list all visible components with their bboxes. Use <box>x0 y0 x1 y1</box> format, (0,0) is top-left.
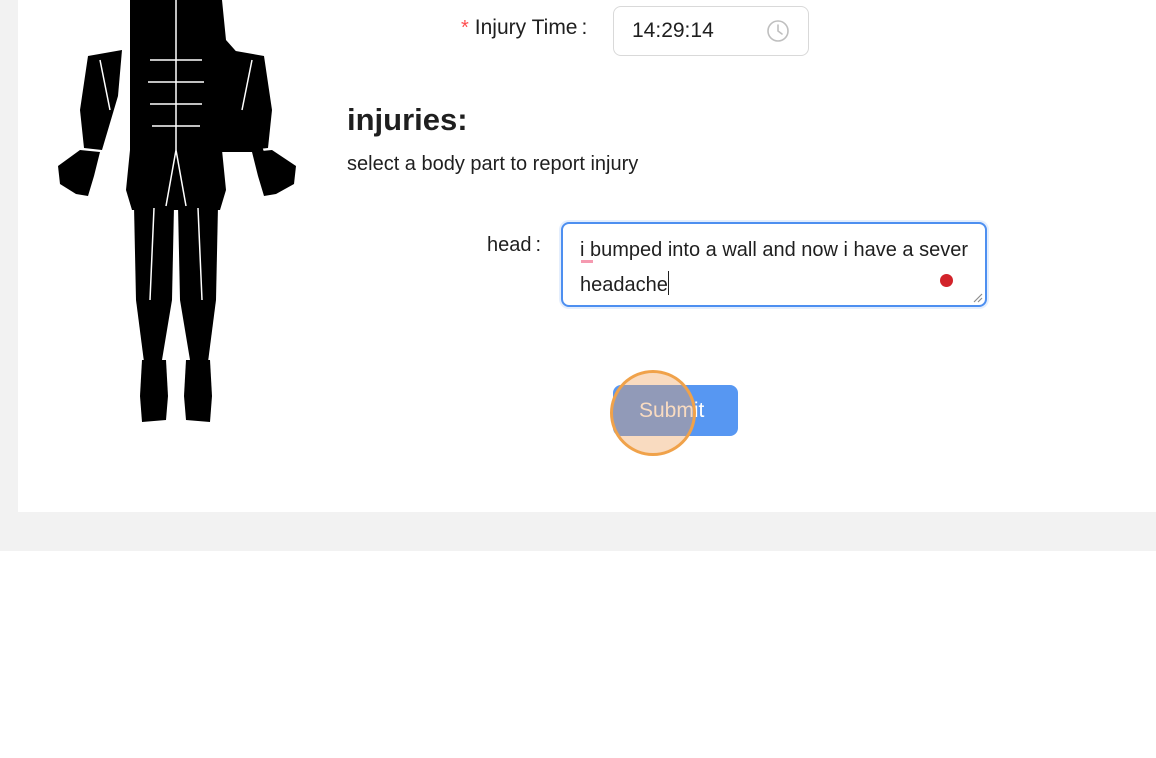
body-figure[interactable] <box>50 0 302 428</box>
label-colon: : <box>581 16 588 39</box>
head-injury-text: i bumped into a wall and now i have a se… <box>580 239 974 296</box>
label-colon: : <box>535 234 542 256</box>
injuries-subtitle: select a body part to report injury <box>347 153 639 175</box>
left-hand[interactable] <box>58 150 100 196</box>
submit-button[interactable]: Submit <box>613 385 738 436</box>
required-mark: * <box>461 16 469 39</box>
text-caret <box>667 271 669 295</box>
injury-time-label: Injury Time <box>474 16 578 39</box>
head-label: head <box>487 234 532 256</box>
left-foot[interactable] <box>140 360 168 422</box>
clock-icon[interactable] <box>766 19 790 43</box>
injuries-title: injuries: <box>347 102 468 137</box>
head-injury-textarea[interactable]: i bumped into a wall and now i have a se… <box>561 222 987 307</box>
right-leg-upper[interactable] <box>178 206 218 362</box>
left-leg-upper[interactable] <box>134 206 174 362</box>
injury-time-value: 14:29:14 <box>632 19 714 42</box>
right-foot[interactable] <box>184 360 212 422</box>
resize-grip-icon[interactable] <box>971 291 983 303</box>
right-hand[interactable] <box>252 150 296 196</box>
spellcheck-underline <box>581 260 593 263</box>
pelvis[interactable] <box>126 150 226 210</box>
injury-time-field: * Injury Time : <box>461 16 601 40</box>
record-indicator[interactable] <box>940 274 953 287</box>
injury-time-input[interactable]: 14:29:14 <box>613 6 809 56</box>
head-injury-field: head : <box>487 234 541 257</box>
